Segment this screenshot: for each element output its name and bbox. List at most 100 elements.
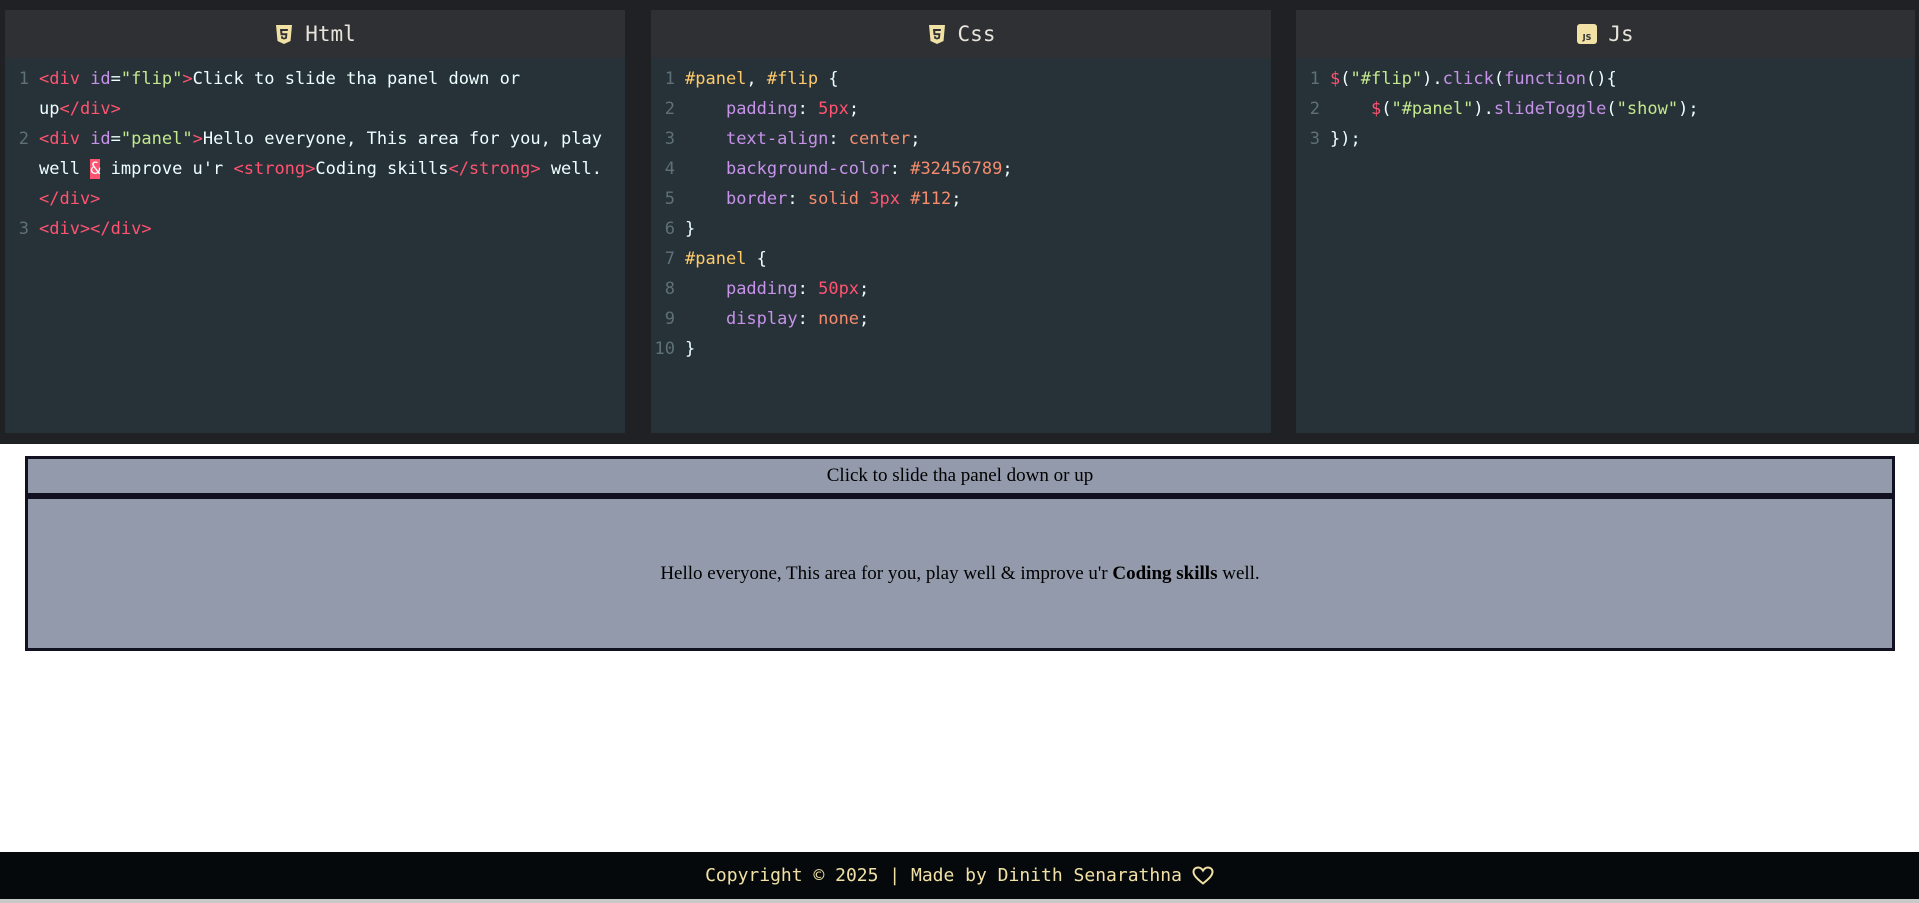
line-number: 3 [18,219,29,239]
panel-text: Hello everyone, This area for you, play … [660,562,1260,584]
html5-icon [274,23,294,45]
code-token: }); [1330,129,1361,149]
code-line: 1 #panel, #flip { [651,64,1271,94]
svg-text:JS: JS [1582,33,1592,42]
heart-outline-icon [1192,866,1214,885]
line-number: 1 [664,69,675,89]
code-token: $ [1370,99,1382,119]
code-token: ( [1381,99,1392,119]
code-line: 1 $("#flip").click(function(){ [1296,64,1915,94]
panel-strong-text: Coding skills [1112,562,1218,584]
css-code[interactable]: 1 #panel, #flip { 2 padding: 5px; 3 text-… [651,58,1271,364]
line-number: 4 [664,159,675,179]
css-editor-title: Css [957,22,996,46]
line-number: 1 [18,69,29,89]
line-number: 3 [664,129,675,149]
line-number: 2 [664,99,675,119]
html-editor-header: Html [5,10,625,58]
code-token: > [192,129,203,149]
editors-area: Html 1 <div id="flip">Click to slide tha… [0,0,1919,444]
code-line: 6} [651,214,1271,244]
code-token: "#flip" [1350,69,1423,89]
code-token: = [110,129,121,149]
code-token: "flip" [120,69,183,89]
code-token: { [818,69,839,89]
code-token: & [90,159,101,179]
code-token: <div [39,129,80,149]
line-number: 1 [1309,69,1320,89]
code-token: padding [725,279,798,299]
line-number: 6 [664,219,675,239]
code-token: </div> [59,99,121,119]
code-token: #panel [685,249,747,269]
code-token: improve u'r [100,159,234,179]
css-editor[interactable]: Css 1 #panel, #flip { 2 padding: 5px; 3 t… [651,10,1271,433]
code-token: } [685,219,696,239]
code-line: 1 <div id="flip">Click to slide tha pane… [5,64,625,124]
code-token: } [685,339,696,359]
code-token: (){ [1585,69,1617,89]
code-token: ). [1422,69,1443,89]
code-token: Coding skills [315,159,449,179]
code-token: function [1504,69,1586,89]
line-number: 2 [18,129,29,149]
code-token: border [725,189,788,209]
code-line: 3 <div></div> [5,214,625,244]
code-token: 5px [818,99,849,119]
line-number: 8 [664,279,675,299]
code-token: <div></div> [39,219,152,239]
js-editor-title: Js [1608,22,1634,46]
code-line: 2 padding: 5px; [651,94,1271,124]
line-number: 3 [1309,129,1320,149]
js-icon: JS [1577,23,1598,45]
code-line: 2 <div id="panel">Hello everyone, This a… [5,124,625,214]
js-editor[interactable]: JS Js 1 $("#flip").click(function(){ 2 $(… [1296,10,1915,433]
code-token: </div> [39,189,101,209]
code-token: > [182,69,193,89]
code-token: #32456789 [910,159,1003,179]
code-token: "panel" [120,129,193,149]
code-line: 2 $("#panel").slideToggle("show"); [1296,94,1915,124]
line-number: 2 [1309,99,1320,119]
css3-icon [927,23,947,45]
code-token: id [79,129,111,149]
footer-text: Copyright © 2025 | Made by Dinith Senara… [705,865,1182,886]
code-token: <div [39,69,80,89]
code-line: 8 padding: 50px; [651,274,1271,304]
slide-panel: Hello everyone, This area for you, play … [25,496,1895,651]
code-token: 3px [869,189,901,209]
code-token: #112 [910,189,952,209]
code-token: ( [1493,69,1505,89]
line-number: 5 [664,189,675,209]
line-number: 9 [664,309,675,329]
code-line: 3 text-align: center; [651,124,1271,154]
code-token: text-align [725,129,829,149]
html-code[interactable]: 1 <div id="flip">Click to slide tha pane… [5,58,625,244]
code-token: padding [725,99,798,119]
code-token: id [79,69,111,89]
code-token: #panel [685,69,747,89]
horizontal-scrollbar[interactable] [0,899,1919,903]
html-editor-title: Html [305,22,356,46]
code-token: click [1442,69,1494,89]
code-token: center [848,129,911,149]
code-token: $ [1330,69,1341,89]
code-token: ); [1678,99,1699,119]
code-token: solid [807,189,860,209]
code-token: none [818,309,860,329]
code-token: "#panel" [1391,99,1474,119]
html-editor[interactable]: Html 1 <div id="flip">Click to slide tha… [5,10,625,433]
flip-text: Click to slide tha panel down or up [826,465,1094,486]
code-line: 5 border: solid 3px #112; [651,184,1271,214]
flip-button[interactable]: Click to slide tha panel down or up [25,456,1895,496]
code-token: ( [1340,69,1351,89]
code-token: { [746,249,767,269]
footer: Copyright © 2025 | Made by Dinith Senara… [0,852,1919,899]
code-token: <strong> [233,159,316,179]
code-token: slideToggle [1493,99,1607,119]
js-code[interactable]: 1 $("#flip").click(function(){ 2 $("#pane… [1296,58,1915,154]
css-editor-header: Css [651,10,1271,58]
code-token: ( [1606,99,1617,119]
code-line: 7 #panel { [651,244,1271,274]
code-token: background-color [725,159,890,179]
